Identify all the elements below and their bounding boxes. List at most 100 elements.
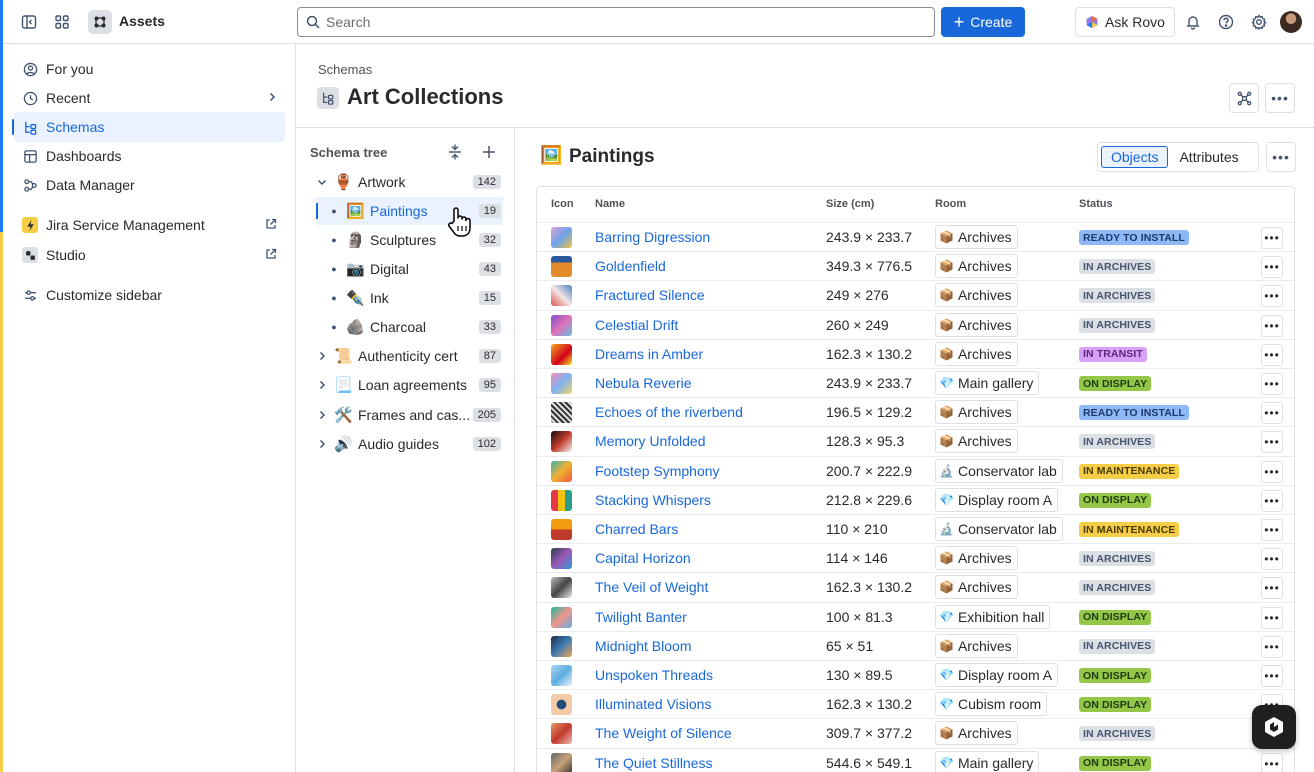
add-object-type-icon[interactable] bbox=[481, 144, 497, 163]
tree-node-frames-and-cases[interactable]: 🛠️ Frames and cas... 205 bbox=[314, 401, 515, 429]
table-row[interactable]: Charred Bars 110 × 210 🔬 Conservator lab IN … bbox=[537, 514, 1294, 543]
room-chip[interactable]: 💎 Main gallery bbox=[935, 371, 1040, 395]
row-more-button[interactable]: ••• bbox=[1261, 431, 1283, 454]
sidebar-item-studio[interactable]: Studio bbox=[14, 240, 285, 270]
row-more-button[interactable]: ••• bbox=[1261, 314, 1283, 337]
object-name-link[interactable]: Charred Bars bbox=[595, 521, 678, 537]
search-input[interactable] bbox=[326, 14, 906, 30]
table-row[interactable]: Barring Digression 243.9 × 233.7 📦 Archives… bbox=[537, 222, 1294, 251]
row-more-button[interactable]: ••• bbox=[1261, 285, 1283, 308]
object-name-link[interactable]: Dreams in Amber bbox=[595, 346, 703, 362]
object-name-link[interactable]: Fractured Silence bbox=[595, 287, 705, 303]
tab-attributes[interactable]: Attributes bbox=[1170, 146, 1247, 168]
app-name[interactable]: Assets bbox=[119, 13, 165, 29]
object-name-link[interactable]: Echoes of the riverbend bbox=[595, 404, 743, 420]
chevron-down-icon[interactable] bbox=[314, 177, 330, 187]
table-row[interactable]: Dreams in Amber 162.3 × 130.2 📦 Archives IN … bbox=[537, 338, 1294, 368]
object-type-more-button[interactable]: ••• bbox=[1266, 142, 1296, 172]
notifications-bell-icon[interactable] bbox=[1177, 6, 1209, 38]
tab-objects[interactable]: Objects bbox=[1101, 146, 1169, 168]
table-row[interactable]: Stacking Whispers 212.8 × 229.6 💎 Display r… bbox=[537, 484, 1294, 514]
row-more-button[interactable]: ••• bbox=[1261, 548, 1283, 571]
row-more-button[interactable]: ••• bbox=[1261, 577, 1283, 600]
object-name-link[interactable]: The Veil of Weight bbox=[595, 579, 708, 595]
app-switcher-icon[interactable] bbox=[46, 6, 78, 38]
assets-logo-icon[interactable] bbox=[88, 10, 112, 34]
tree-node-artwork[interactable]: 🏺 Artwork 142 bbox=[314, 168, 515, 196]
sidebar-item-dashboards[interactable]: Dashboards bbox=[14, 141, 285, 171]
table-row[interactable]: The Weight of Silence 309.7 × 377.2 📦 Archi… bbox=[537, 718, 1294, 747]
row-more-button[interactable]: ••• bbox=[1261, 606, 1283, 629]
room-chip[interactable]: 📦 Archives bbox=[935, 283, 1018, 308]
row-more-button[interactable]: ••• bbox=[1261, 519, 1283, 541]
room-chip[interactable]: 📦 Archives bbox=[935, 400, 1018, 425]
column-header-name[interactable]: Name bbox=[595, 198, 625, 210]
table-row[interactable]: Twilight Banter 100 × 81.3 💎 Exhibition hal… bbox=[537, 601, 1294, 631]
sidebar-item-recent[interactable]: Recent bbox=[14, 83, 285, 113]
room-chip[interactable]: 📦 Archives bbox=[935, 575, 1018, 600]
sidebar-item-jira-service-management[interactable]: Jira Service Management bbox=[14, 210, 285, 240]
table-row[interactable]: Celestial Drift 260 × 249 📦 Archives IN ARCH… bbox=[537, 309, 1294, 339]
room-chip[interactable]: 📦 Archives bbox=[935, 429, 1018, 454]
object-name-link[interactable]: Capital Horizon bbox=[595, 550, 691, 566]
row-more-button[interactable]: ••• bbox=[1261, 489, 1283, 512]
room-chip[interactable]: 📦 Archives bbox=[935, 341, 1018, 366]
row-more-button[interactable]: ••• bbox=[1261, 460, 1283, 483]
tree-node-digital[interactable]: ● 📷 Digital 43 bbox=[326, 255, 515, 283]
settings-gear-icon[interactable] bbox=[1243, 6, 1275, 38]
chevron-right-icon[interactable] bbox=[314, 380, 330, 390]
row-more-button[interactable]: ••• bbox=[1261, 373, 1283, 395]
chevron-right-icon[interactable] bbox=[314, 351, 330, 361]
table-row[interactable]: Echoes of the riverbend 196.5 × 129.2 📦 Arc… bbox=[537, 397, 1294, 426]
collapse-all-icon[interactable] bbox=[447, 144, 463, 163]
help-chat-button[interactable] bbox=[1252, 705, 1296, 749]
row-more-button[interactable]: ••• bbox=[1261, 665, 1283, 687]
row-more-button[interactable]: ••• bbox=[1261, 343, 1283, 366]
object-name-link[interactable]: Barring Digression bbox=[595, 229, 710, 245]
room-chip[interactable]: 🔬 Conservator lab bbox=[935, 458, 1063, 483]
room-chip[interactable]: 💎 Exhibition hall bbox=[935, 604, 1051, 629]
object-name-link[interactable]: The Quiet Stillness bbox=[595, 755, 713, 771]
room-chip[interactable]: 📦 Archives bbox=[935, 721, 1018, 746]
object-name-link[interactable]: The Weight of Silence bbox=[595, 725, 732, 741]
sidebar-item-for-you[interactable]: For you bbox=[14, 54, 285, 84]
sidebar-item-customize-sidebar[interactable]: Customize sidebar bbox=[14, 280, 285, 310]
room-chip[interactable]: 📦 Archives bbox=[935, 546, 1018, 571]
external-link-icon[interactable] bbox=[265, 218, 277, 233]
table-row[interactable]: Nebula Reverie 243.9 × 233.7 💎 Main gallery… bbox=[537, 368, 1294, 397]
row-more-button[interactable]: ••• bbox=[1261, 402, 1283, 425]
row-more-button[interactable]: ••• bbox=[1261, 635, 1283, 658]
object-name-link[interactable]: Twilight Banter bbox=[595, 609, 687, 625]
table-row[interactable]: Fractured Silence 249 × 276 📦 Archives IN AR… bbox=[537, 280, 1294, 309]
object-name-link[interactable]: Memory Unfolded bbox=[595, 433, 706, 449]
object-name-link[interactable]: Celestial Drift bbox=[595, 317, 678, 333]
table-row[interactable]: The Veil of Weight 162.3 × 130.2 📦 Archives… bbox=[537, 572, 1294, 601]
chevron-right-icon[interactable] bbox=[314, 439, 330, 449]
sidebar-item-data-manager[interactable]: Data Manager bbox=[14, 170, 285, 200]
table-row[interactable]: Illuminated Visions 162.3 × 130.2 💎 Cubism … bbox=[537, 689, 1294, 718]
tree-node-sculptures[interactable]: ● 🗿 Sculptures 32 bbox=[326, 226, 515, 254]
sidebar-toggle-icon[interactable] bbox=[13, 6, 45, 38]
room-chip[interactable]: 📦 Archives bbox=[935, 254, 1018, 279]
room-chip[interactable]: 📦 Archives bbox=[935, 633, 1018, 658]
object-name-link[interactable]: Footstep Symphony bbox=[595, 463, 720, 479]
breadcrumb[interactable]: Schemas bbox=[318, 62, 372, 77]
table-row[interactable]: Unspoken Threads 130 × 89.5 💎 Display room … bbox=[537, 660, 1294, 689]
chevron-right-icon[interactable] bbox=[267, 91, 277, 105]
object-name-link[interactable]: Stacking Whispers bbox=[595, 492, 711, 508]
object-name-link[interactable]: Midnight Bloom bbox=[595, 638, 692, 654]
ask-rovo-button[interactable]: Ask Rovo bbox=[1075, 7, 1175, 37]
row-more-button[interactable]: ••• bbox=[1261, 752, 1283, 772]
create-button[interactable]: + Create bbox=[941, 7, 1025, 37]
external-link-icon[interactable] bbox=[265, 248, 277, 263]
room-chip[interactable]: 📦 Archives bbox=[935, 225, 1018, 249]
object-name-link[interactable]: Illuminated Visions bbox=[595, 696, 711, 712]
tree-node-audio-guides[interactable]: 🔊 Audio guides 102 bbox=[314, 430, 515, 458]
table-row[interactable]: Capital Horizon 114 × 146 📦 Archives IN ARCH… bbox=[537, 543, 1294, 572]
room-chip[interactable]: 💎 Main gallery bbox=[935, 750, 1040, 772]
room-chip[interactable]: 📦 Archives bbox=[935, 312, 1018, 337]
table-row[interactable]: The Quiet Stillness 544.6 × 549.1 💎 Main ga… bbox=[537, 747, 1294, 772]
room-chip[interactable]: 💎 Display room A bbox=[935, 663, 1059, 687]
chevron-right-icon[interactable] bbox=[314, 410, 330, 420]
room-chip[interactable]: 🔬 Conservator lab bbox=[935, 517, 1063, 541]
